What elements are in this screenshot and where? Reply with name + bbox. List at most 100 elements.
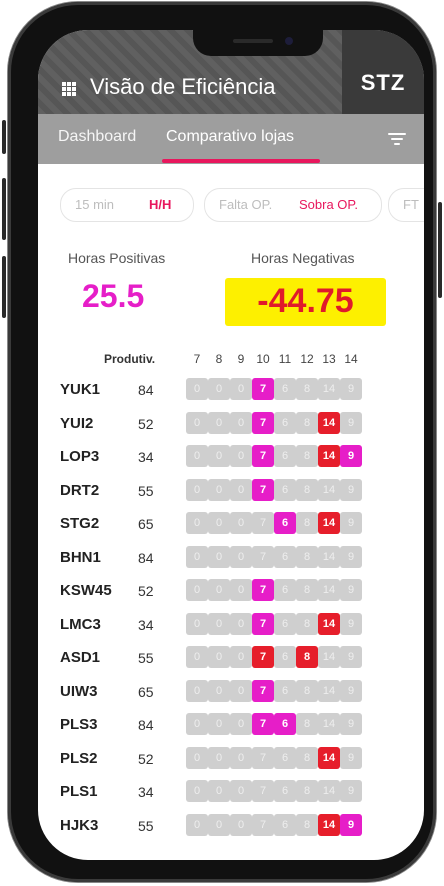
productivity-value: 55 [138, 817, 154, 834]
table-row[interactable]: PLS3 84 0 0 0 7 6 8 14 9 [38, 709, 424, 741]
hour-cell: 9 [340, 545, 362, 568]
store-code: LOP3 [60, 448, 100, 465]
hour-cell: 8 [296, 746, 318, 769]
hour-cell: 7 [252, 713, 274, 735]
hour-cell: 0 [230, 746, 252, 769]
hour-cell: 0 [230, 411, 252, 434]
hour-cell: 6 [274, 378, 296, 400]
productivity-value: 52 [138, 750, 154, 767]
table-row[interactable]: HJK3 55 0 0 0 7 6 8 14 9 [38, 810, 424, 842]
hour-cell: 0 [186, 445, 208, 467]
table-row[interactable]: LOP3 34 0 0 0 7 6 8 14 9 [38, 441, 424, 473]
hour-cell: 8 [296, 780, 318, 802]
hour-cell: 0 [208, 813, 230, 836]
hour-cell: 0 [186, 646, 208, 668]
hour-cell: 0 [208, 478, 230, 501]
hour-cell: 9 [340, 646, 362, 668]
phone-power-button [438, 202, 442, 298]
hour-cell: 0 [208, 612, 230, 635]
hour-cell: 9 [340, 612, 362, 635]
phone-frame: Visão de Eficiência STZ Dashboard Compar… [2, 2, 442, 882]
filter-icon[interactable] [388, 133, 406, 146]
productivity-value: 55 [138, 650, 154, 666]
store-code: STG2 [60, 515, 100, 532]
productivity-value: 65 [138, 683, 154, 700]
store-code: PLS1 [60, 783, 98, 800]
table-row[interactable]: DRT2 55 0 0 0 7 6 8 14 9 [38, 475, 424, 507]
tab-dashboard[interactable]: Dashboard [58, 128, 136, 146]
table-row[interactable]: STG2 65 0 0 0 7 6 8 14 9 [38, 508, 424, 540]
hour-cell: 0 [208, 780, 230, 802]
operator-toggle: Falta OP. Sobra OP. [204, 188, 382, 222]
table-row[interactable]: YUK1 84 0 0 0 7 6 8 14 9 [38, 374, 424, 406]
hour-cell: 6 [274, 579, 296, 601]
option-h-h[interactable]: H/H [149, 197, 171, 212]
grid-menu-icon[interactable] [62, 82, 76, 96]
hour-cell: 0 [186, 411, 208, 434]
store-code: PLS2 [60, 749, 98, 767]
hour-cell: 6 [274, 512, 296, 534]
hour-cell: 0 [186, 512, 208, 534]
hour-cell: 6 [274, 713, 296, 735]
hour-cell: 14 [318, 713, 340, 735]
hour-cell: 0 [230, 545, 252, 568]
hour-cell: 14 [318, 545, 340, 568]
hour-cell: 0 [230, 478, 252, 501]
option-15-min[interactable]: 15 min [75, 197, 114, 212]
hour-cell: 0 [208, 411, 230, 434]
option-sobra-op[interactable]: Sobra OP. [299, 197, 358, 212]
tab-comparativo-lojas[interactable]: Comparativo lojas [166, 128, 294, 146]
hour-cell: 6 [274, 813, 296, 836]
tab-bar: Dashboard Comparativo lojas [38, 114, 424, 164]
option-ft[interactable]: FT [403, 197, 419, 212]
hour-cell: 8 [296, 646, 318, 668]
phone-volume-up [2, 178, 6, 240]
hour-cell: 8 [296, 445, 318, 467]
hour-cell: 14 [318, 579, 340, 601]
store-code: BHN1 [60, 548, 101, 566]
hour-cell: 6 [274, 411, 296, 434]
table-row[interactable]: LMC3 34 0 0 0 7 6 8 14 9 [38, 609, 424, 641]
store-code: PLS3 [60, 716, 98, 733]
hour-cell: 0 [208, 646, 230, 668]
hour-cell: 6 [274, 612, 296, 635]
table-row[interactable]: ASD1 55 0 0 0 7 6 8 14 9 [38, 642, 424, 674]
hour-cell: 7 [252, 545, 274, 568]
hour-cell: 0 [186, 612, 208, 635]
hour-cell: 7 [252, 746, 274, 769]
hour-cell: 0 [230, 646, 252, 668]
segment-controls: 15 min H/H Falta OP. Sobra OP. FT [60, 188, 424, 222]
hour-cell: 7 [252, 679, 274, 702]
hour-cell: 6 [274, 478, 296, 501]
table-row[interactable]: PLS2 52 0 0 0 7 6 8 14 9 [38, 743, 424, 775]
hour-cell: 0 [208, 378, 230, 400]
positive-hours-value: 25.5 [82, 278, 145, 314]
productivity-value: 84 [138, 549, 154, 566]
table-row[interactable]: KSW45 52 0 0 0 7 6 8 14 9 [38, 575, 424, 607]
table-row[interactable]: YUI2 52 0 0 0 7 6 8 14 9 [38, 408, 424, 440]
hour-cell: 8 [296, 713, 318, 735]
hour-cell: 6 [274, 545, 296, 568]
option-falta-op[interactable]: Falta OP. [219, 197, 272, 212]
hour-cell: 6 [274, 679, 296, 702]
hour-cell: 14 [318, 378, 340, 400]
hour-cell: 8 [296, 545, 318, 568]
hour-cell: 9 [340, 746, 362, 769]
store-code: YUI2 [60, 414, 94, 432]
hour-cell: 0 [186, 579, 208, 601]
hour-cell: 8 [296, 478, 318, 501]
ft-toggle: FT [388, 188, 424, 222]
store-code: DRT2 [60, 481, 100, 499]
table-row[interactable]: BHN1 84 0 0 0 7 6 8 14 9 [38, 542, 424, 574]
table-row[interactable]: PLS1 34 0 0 0 7 6 8 14 9 [38, 776, 424, 808]
interval-toggle: 15 min H/H [60, 188, 194, 222]
hour-cell: 14 [318, 679, 340, 702]
table-row[interactable]: UIW3 65 0 0 0 7 6 8 14 9 [38, 676, 424, 708]
hour-cell: 0 [186, 780, 208, 802]
productivity-value: 52 [138, 583, 154, 599]
hour-cell: 0 [186, 478, 208, 501]
hour-cell: 0 [208, 713, 230, 735]
negative-hours-value: -44.75 [257, 282, 354, 320]
hour-cell: 8 [296, 612, 318, 635]
hour-cell: 9 [340, 813, 362, 836]
